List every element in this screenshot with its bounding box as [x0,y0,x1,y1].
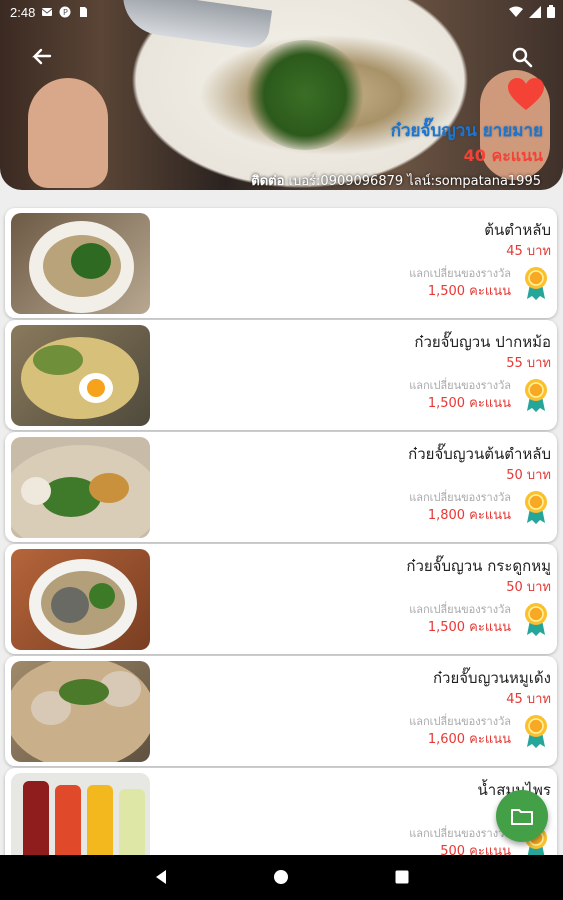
wifi-icon [509,6,523,17]
menu-item-image [11,661,150,762]
menu-item-card[interactable]: ต้นตำหลับ 45 บาท แลกเปลี่ยนของรางวัล 1,5… [5,208,557,318]
menu-item-image [11,325,150,426]
menu-item-name: ก๋วยจั๊บญวน กระดูกหมู [406,557,551,575]
menu-list[interactable]: ต้นตำหลับ 45 บาท แลกเปลี่ยนของรางวัล 1,5… [0,205,563,855]
menu-item-price: 55 บาท [506,356,551,371]
back-arrow-icon[interactable] [28,44,54,70]
contact-label: ติดต่อ [251,174,285,189]
status-time: 2:48 [10,4,36,20]
app-notification-icon: P [59,6,71,18]
menu-item-image [11,549,150,650]
award-ribbon-icon[interactable] [523,266,549,300]
status-bar: 2:48 P [0,0,563,24]
menu-item-image [11,213,150,314]
gmail-icon [42,8,53,16]
exchange-points: 1,800 คะแนน [427,508,511,523]
hand-graphic [28,78,108,188]
menu-item-price: 50 บาท [506,580,551,595]
award-ribbon-icon[interactable] [523,602,549,636]
folder-fab-button[interactable] [496,790,548,842]
award-ribbon-icon[interactable] [523,490,549,524]
exchange-points: 1,500 คะแนน [427,284,511,299]
nav-home-icon[interactable] [273,869,289,885]
favorite-heart-icon[interactable] [508,78,544,112]
menu-item-name: ก๋วยจั๊บญวนต้นตำหลับ [408,445,551,463]
shop-contact: ติดต่อ เบอร์:0909096879 ไลน์:sompatana19… [251,170,541,191]
folder-icon [511,809,533,825]
menu-item-price: 45 บาท [506,244,551,259]
shop-name: ก๋วยจั๊บญวน ยายมาย [390,121,543,141]
signal-icon [529,5,541,18]
menu-item-card[interactable]: ก๋วยจั๊บญวน ปากหม้อ 55 บาท แลกเปลี่ยนของ… [5,320,557,430]
menu-item-card[interactable]: น้ำสมุนไพร แลกเปลี่ยนของรางวัล 500 คะแนน [5,768,557,855]
menu-item-price: 50 บาท [506,468,551,483]
award-ribbon-icon[interactable] [523,378,549,412]
svg-text:P: P [63,8,68,17]
battery-icon [547,5,555,18]
exchange-points: 500 คะแนน [440,844,511,855]
exchange-points: 1,600 คะแนน [427,732,511,747]
menu-item-name: ก๋วยจั๊บญวนหมูเด้ง [432,669,551,687]
menu-item-image [11,773,150,855]
menu-item-card[interactable]: ก๋วยจั๊บญวนต้นตำหลับ 50 บาท แลกเปลี่ยนขอ… [5,432,557,542]
menu-item-name: ต้นตำหลับ [484,221,551,239]
shop-points: 40 คะแนน [463,146,543,165]
menu-item-image [11,437,150,538]
exchange-points: 1,500 คะแนน [427,620,511,635]
file-icon [80,7,88,17]
nav-recents-icon[interactable] [394,869,410,885]
exchange-points: 1,500 คะแนน [427,396,511,411]
menu-item-price: 45 บาท [506,692,551,707]
search-icon[interactable] [510,45,534,69]
herbs-graphic [245,40,365,150]
menu-item-card[interactable]: ก๋วยจั๊บญวน กระดูกหมู 50 บาท แลกเปลี่ยนข… [5,544,557,654]
contact-detail: เบอร์:0909096879 ไลน์:sompatana1995 [284,174,541,189]
award-ribbon-icon[interactable] [523,714,549,748]
nav-back-icon[interactable] [153,869,169,885]
system-navigation-bar [0,855,563,900]
menu-item-card[interactable]: ก๋วยจั๊บญวนหมูเด้ง 45 บาท แลกเปลี่ยนของร… [5,656,557,766]
menu-item-name: ก๋วยจั๊บญวน ปากหม้อ [414,333,551,351]
